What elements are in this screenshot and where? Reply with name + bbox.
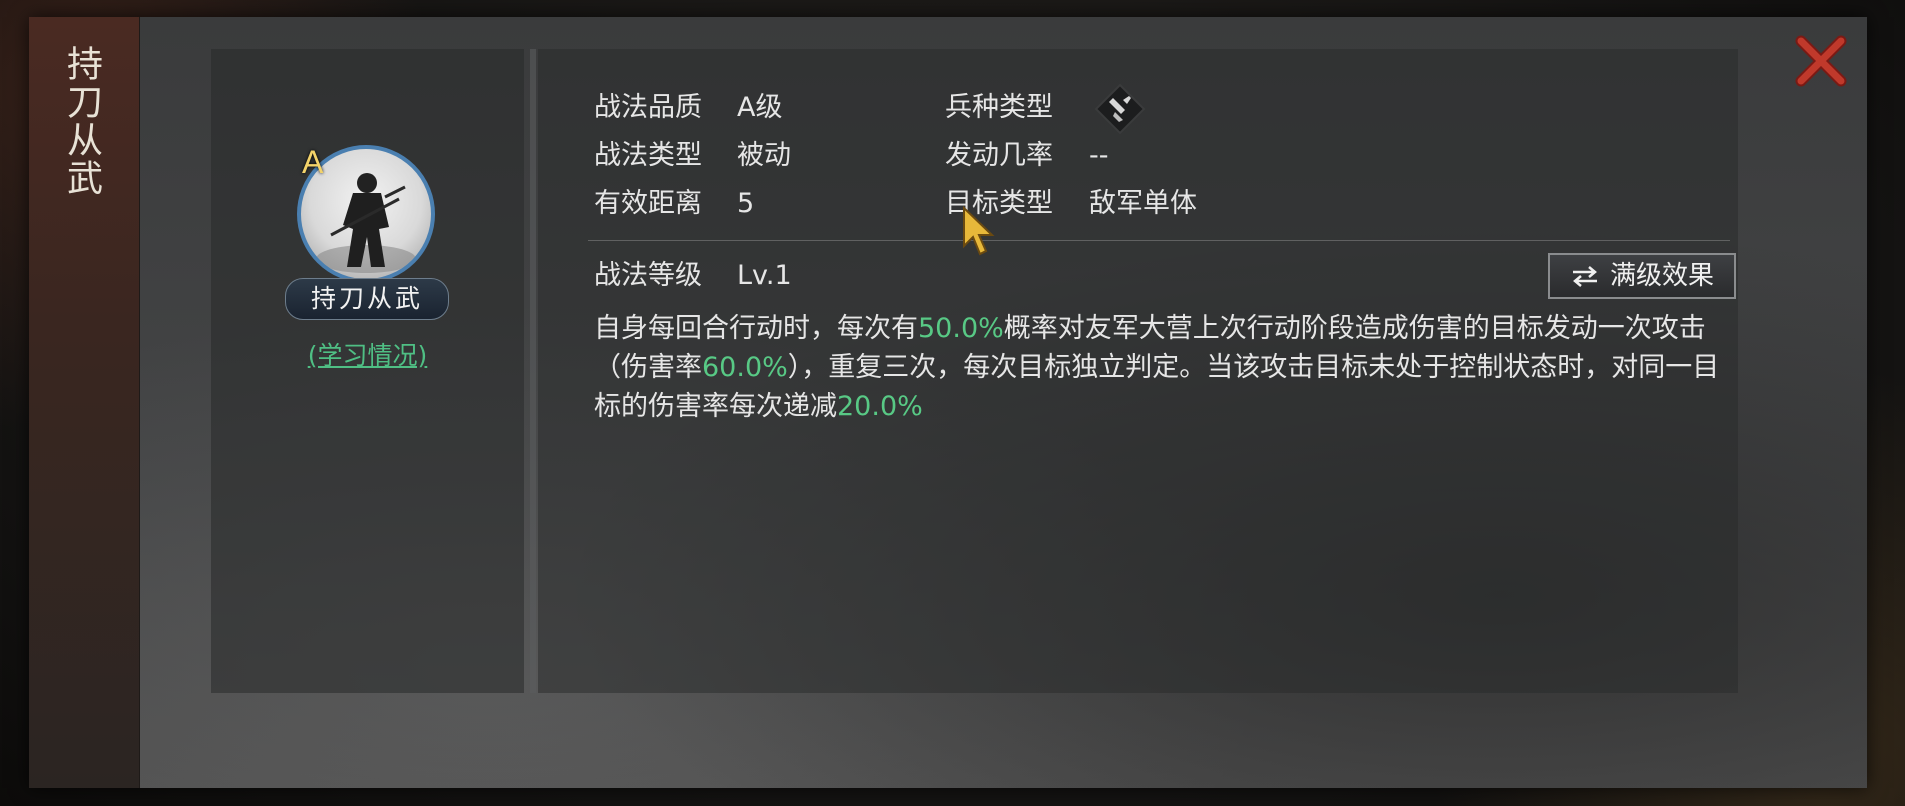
skill-name-plate: 持刀从武 [285, 278, 449, 320]
description-text: 自身每回合行动时，每次有 [594, 313, 918, 344]
type-label: 战法类型 [594, 140, 702, 171]
range-label: 有效距离 [594, 188, 702, 219]
study-status-link[interactable]: (学习情况) [211, 336, 524, 372]
max-level-effect-button[interactable]: 满级效果 [1548, 253, 1736, 299]
trigger-rate-value: -- [1089, 140, 1109, 171]
skill-description: 自身每回合行动时，每次有50.0%概率对友军大营上次行动阶段造成伤害的目标发动一… [594, 309, 1739, 426]
skill-grade-badge: A [302, 144, 324, 180]
sword-troop-icon[interactable] [1093, 82, 1147, 136]
close-icon [1795, 35, 1847, 87]
quality-label: 战法品质 [594, 92, 702, 123]
quality-value: A级 [737, 92, 783, 123]
troop-type-label: 兵种类型 [945, 92, 1053, 123]
max-level-effect-label: 满级效果 [1609, 261, 1714, 291]
panel-divider [530, 49, 536, 693]
level-label: 战法等级 [594, 260, 702, 291]
description-highlight-value: 20.0% [837, 391, 923, 422]
swap-arrows-icon [1572, 266, 1597, 287]
description-highlight-value: 60.0% [702, 352, 788, 383]
close-button[interactable] [1793, 33, 1849, 89]
trigger-rate-label: 发动几率 [945, 140, 1053, 171]
mouse-cursor-icon [962, 205, 996, 258]
dialog-title: 持刀从武 [61, 45, 102, 197]
side-banner: 持刀从武 [29, 17, 140, 788]
target-type-value: 敌军单体 [1089, 188, 1197, 219]
divider-line [588, 240, 1730, 241]
level-value: Lv.1 [737, 260, 792, 291]
description-highlight-value: 50.0% [918, 313, 1004, 344]
type-value: 被动 [737, 140, 791, 171]
game-screen: 持刀从武 A 持刀从武 (学习情况) 战法品质 A级 战法类型 被动 有效距离 … [0, 0, 1905, 806]
range-value: 5 [737, 188, 755, 219]
